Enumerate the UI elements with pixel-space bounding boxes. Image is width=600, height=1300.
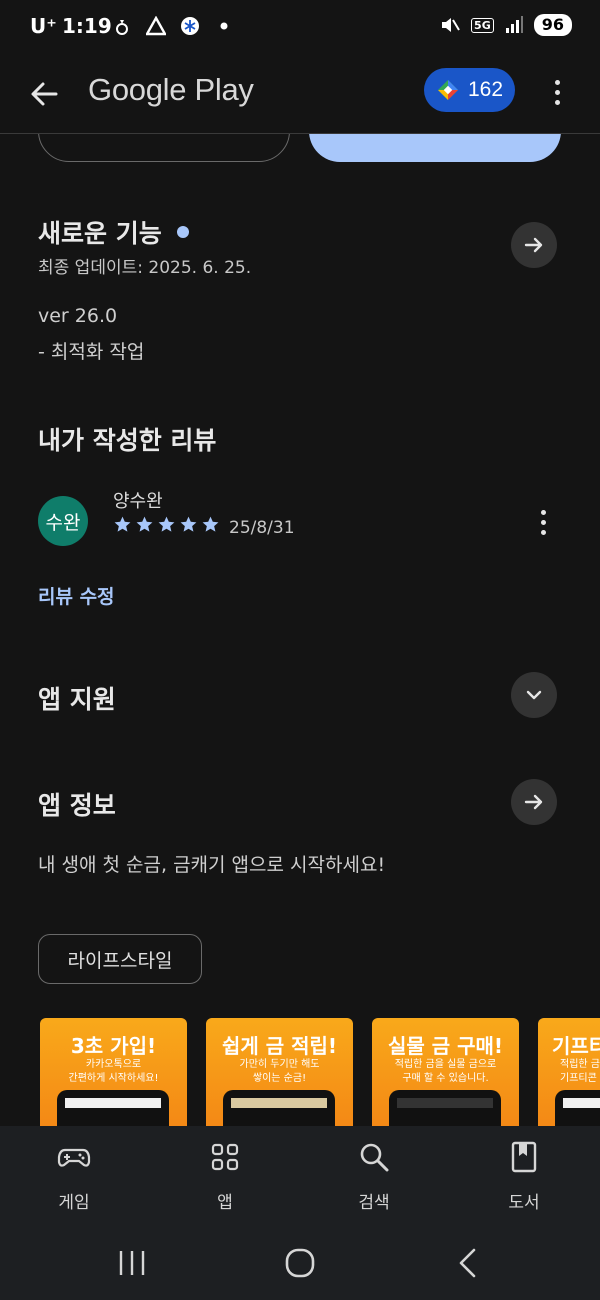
screenshot-subtitle: 카카오톡으로간편하게 시작하세요! [40,1058,187,1086]
page-title: Google Play [88,72,254,107]
screenshot-sub-line: 쌓이는 순금! [252,1073,307,1084]
star-icon [136,516,153,532]
nav-item-books[interactable]: 도서 [474,1140,574,1213]
app-bar: Google Play 162 [0,56,600,134]
nav-item-games[interactable]: 게임 [24,1140,124,1213]
screenshot-sub-line: 간편하게 시작하세요! [68,1073,159,1084]
screenshot-card[interactable]: 쉽게 금 적립! 가만히 두기만 해도쌓이는 순금! [206,1018,353,1128]
clock: 1:19 [62,14,112,38]
carrier-label: U⁺ [30,14,57,38]
nav-label: 도서 [508,1193,540,1213]
review-more-options-icon[interactable] [528,504,558,540]
app-info-arrow-button[interactable] [511,779,557,825]
screenshot-sub-line: 기프티콘 [560,1073,597,1084]
edit-review-link[interactable]: 리뷰 수정 [38,582,115,609]
nav-label: 검색 [358,1193,390,1213]
signal-icon [505,16,523,33]
star-icon [180,516,197,532]
screenshot-card[interactable]: 기프티 적립한 금기프티콘 [538,1018,600,1128]
avatar: 수완 [38,496,88,546]
chevron-down-icon [526,690,542,700]
mute-icon [442,18,460,32]
screenshot-subtitle: 적립한 금기프티콘 [560,1058,600,1086]
star-icon [158,516,175,532]
screenshot-sub-line: 가만히 두기만 해도 [239,1059,320,1070]
screenshot-sub-line: 적립한 금 [560,1059,600,1070]
phone-mockup [555,1090,600,1128]
snowflake-app-icon [181,17,199,35]
release-notes: - 최적화 작업 [38,341,145,363]
screenshot-card[interactable]: 실물 금 구매! 적립한 금을 실물 금으로구매 할 수 있습니다. [372,1018,519,1128]
category-chip[interactable]: 라이프스타일 [38,934,202,984]
review-date: 25/8/31 [229,518,295,538]
play-points-button[interactable]: 162 [424,68,515,112]
points-count: 162 [468,78,504,101]
screenshot-sub-line: 적립한 금을 실물 금으로 [394,1059,497,1070]
version-text: ver 26.0 [38,305,118,327]
star-icon [114,516,131,532]
system-navigation-bar [0,1226,600,1300]
screenshot-title: 3초 가입! [70,1034,157,1058]
phone-mockup [389,1090,501,1128]
whats-new-title: 새로운 기능 [38,219,162,248]
bottom-navigation: 게임 앱 검색 도서 [0,1126,600,1226]
star-icon [202,516,219,532]
app-support-expand-button[interactable] [511,672,557,718]
last-updated-date: 최종 업데이트: 2025. 6. 25. [38,258,252,278]
back-icon[interactable] [448,1246,488,1280]
whats-new-arrow-button[interactable] [511,222,557,268]
notification-icons [112,16,234,36]
screenshot-subtitle: 가만히 두기만 해도쌓이는 순금! [206,1058,353,1086]
nav-label: 게임 [58,1193,90,1213]
my-review-title: 내가 작성한 리뷰 [38,426,217,455]
star-rating [113,515,220,534]
triangle-app-icon [146,16,166,36]
app-description: 내 생애 첫 순금, 금캐기 앱으로 시작하세요! [38,854,386,876]
network-type-badge: 5G [471,17,494,33]
reviewer-name: 양수완 [113,491,163,512]
nav-item-apps[interactable]: 앱 [175,1140,275,1213]
system-status-icons: 5G 96 [439,14,572,36]
notification-app-icon [116,20,128,35]
screenshot-title: 기프티 [552,1034,600,1058]
battery-indicator: 96 [533,14,572,36]
screenshot-carousel[interactable]: 3초 가입! 카카오톡으로간편하게 시작하세요! 쉽게 금 적립! 가만히 두기… [40,1018,600,1128]
nav-label: 앱 [217,1193,233,1213]
more-options-icon[interactable] [540,72,574,112]
screenshot-sub-line: 카카오톡으로 [85,1059,142,1070]
avatar-initials: 수완 [45,511,81,534]
app-info-title: 앱 정보 [38,791,116,820]
arrow-right-icon [524,237,543,253]
screenshot-sub-line: 구매 할 수 있습니다. [402,1073,489,1084]
recent-apps-icon[interactable] [112,1246,152,1280]
screenshot-title: 쉽게 금 적립! [221,1034,338,1058]
nav-item-search[interactable]: 검색 [324,1140,424,1213]
status-bar: U⁺ 1:19 5G 96 [0,0,600,56]
screenshot-title: 실물 금 구매! [387,1034,504,1058]
phone-mockup [57,1090,169,1128]
screenshot-subtitle: 적립한 금을 실물 금으로구매 할 수 있습니다. [372,1058,519,1086]
app-support-title: 앱 지원 [38,685,116,714]
arrow-right-icon [524,794,543,810]
back-arrow-icon[interactable] [24,74,64,114]
search-icon [360,1143,389,1172]
apps-grid-icon [211,1143,239,1171]
new-indicator-dot [177,226,189,238]
more-notifications-dot-icon [220,22,228,30]
play-points-icon [438,80,458,100]
screenshot-card[interactable]: 3초 가입! 카카오톡으로간편하게 시작하세요! [40,1018,187,1128]
book-icon [511,1141,537,1173]
gamepad-icon [57,1148,91,1167]
phone-mockup [223,1090,335,1128]
home-icon[interactable] [280,1246,320,1280]
